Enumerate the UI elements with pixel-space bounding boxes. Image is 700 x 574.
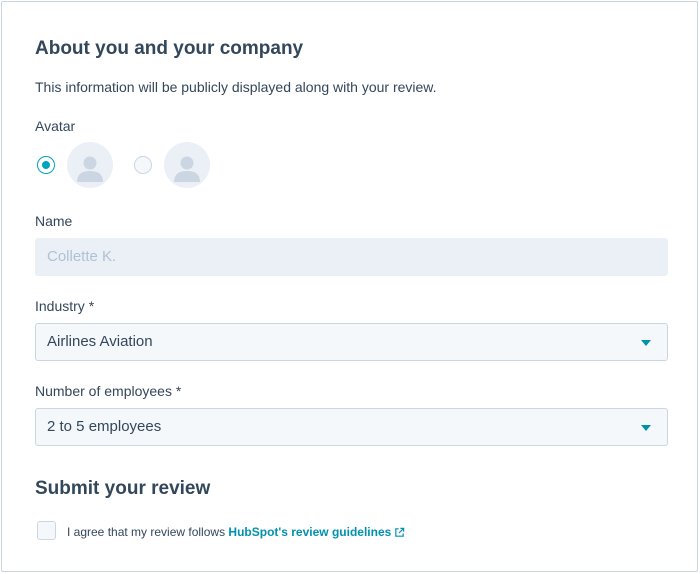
- industry-select[interactable]: Airlines Aviation: [35, 323, 668, 361]
- caret-down-icon: [641, 340, 651, 346]
- employees-label: Number of employees *: [35, 383, 182, 399]
- industry-value: Airlines Aviation: [47, 333, 153, 350]
- avatar-radio-2[interactable]: [134, 156, 152, 174]
- name-field: Collette K.: [35, 238, 668, 276]
- agree-checkbox[interactable]: [37, 521, 56, 540]
- submit-section-title: Submit your review: [35, 478, 211, 499]
- employees-select[interactable]: 2 to 5 employees: [35, 408, 668, 446]
- avatar-radio-1[interactable]: [37, 156, 55, 174]
- industry-label: Industry *: [35, 298, 95, 314]
- person-avatar-icon[interactable]: [164, 142, 210, 188]
- agree-label: I agree that my review follows HubSpot's…: [67, 525, 405, 541]
- name-label: Name: [35, 213, 73, 229]
- guidelines-link[interactable]: HubSpot's review guidelines: [228, 525, 391, 539]
- review-form-card: About you and your company This informat…: [1, 1, 698, 572]
- avatar-label: Avatar: [35, 118, 76, 134]
- about-section-title: About you and your company: [35, 38, 304, 59]
- employees-value: 2 to 5 employees: [47, 418, 162, 435]
- caret-down-icon: [641, 425, 651, 431]
- about-description: This information will be publicly displa…: [35, 79, 437, 95]
- external-link-icon[interactable]: [394, 527, 405, 541]
- person-avatar-icon[interactable]: [67, 142, 113, 188]
- agree-text: I agree that my review follows: [67, 525, 229, 539]
